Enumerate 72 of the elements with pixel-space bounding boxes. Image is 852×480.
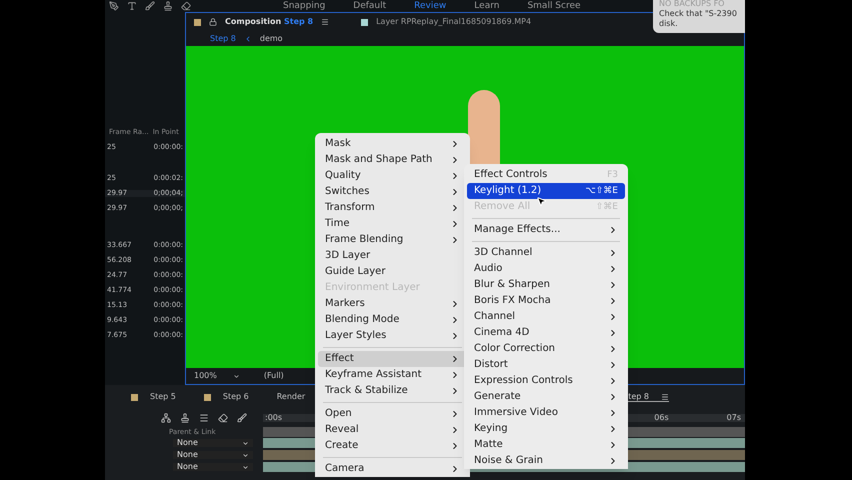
- menu-item[interactable]: 3D Layer: [318, 248, 467, 264]
- footage-swatch: [361, 18, 368, 26]
- parent-dropdown[interactable]: None: [173, 463, 253, 471]
- menu-item[interactable]: Expression Controls: [467, 373, 625, 389]
- menu-item[interactable]: 3D Channel: [467, 245, 625, 261]
- menu-item[interactable]: Generate: [467, 389, 625, 405]
- chevron-down-icon: [232, 372, 240, 380]
- menu-item[interactable]: Blending Mode: [318, 312, 467, 328]
- notification-title: NO BACKUPS FO: [659, 0, 726, 9]
- flowchart-icon[interactable]: [161, 413, 171, 423]
- layer-tab[interactable]: Layer RPReplay_Final1685091869.MP4: [376, 18, 532, 26]
- workspace-tab[interactable]: Learn: [474, 2, 500, 10]
- menu-item[interactable]: Immersive Video: [467, 405, 625, 421]
- menu-item[interactable]: Switches: [318, 184, 467, 200]
- menu-item[interactable]: Quality: [318, 168, 467, 184]
- menu-item[interactable]: Open: [318, 406, 467, 422]
- notification-message: disk.: [659, 19, 679, 29]
- menu-item[interactable]: Color Correction: [467, 341, 625, 357]
- eraser-icon[interactable]: [181, 1, 191, 11]
- menu-item[interactable]: Boris FX Mocha: [467, 293, 625, 309]
- menu-item[interactable]: Keylight (1.2) ⌥⇧⌘E: [467, 183, 625, 199]
- menu-item[interactable]: Markers: [318, 296, 467, 312]
- menu-item[interactable]: Guide Layer: [318, 264, 467, 280]
- menu-item[interactable]: Blur & Sharpen: [467, 277, 625, 293]
- menu-item[interactable]: Manage Effects...: [467, 222, 625, 238]
- zoom-dropdown[interactable]: 100%: [194, 372, 240, 380]
- menu-item[interactable]: Channel: [467, 309, 625, 325]
- menu-item[interactable]: Track & Stabilize: [318, 383, 467, 399]
- menu-item[interactable]: Noise & Grain: [467, 453, 625, 469]
- cursor-icon: [536, 196, 547, 207]
- parent-dropdown[interactable]: None: [173, 451, 253, 459]
- menu-item[interactable]: Reveal: [318, 422, 467, 438]
- menu-item[interactable]: Matte: [467, 437, 625, 453]
- menu-item[interactable]: Keyframe Assistant: [318, 367, 467, 383]
- layers-icon[interactable]: [199, 413, 209, 423]
- text-tool-icon[interactable]: [127, 1, 137, 11]
- brush-icon[interactable]: [145, 1, 155, 11]
- menu-item[interactable]: Layer Styles: [318, 328, 467, 344]
- menu-item[interactable]: Distort: [467, 357, 625, 373]
- timeline-tab[interactable]: Render: [276, 393, 306, 401]
- breadcrumb-link[interactable]: Step 8: [210, 34, 236, 42]
- menu-item[interactable]: Keying: [467, 421, 625, 437]
- menu-item[interactable]: Frame Blending: [318, 232, 467, 248]
- workspace-tab[interactable]: Default: [353, 2, 386, 10]
- menu-item[interactable]: Effect: [318, 351, 467, 367]
- stamp-icon[interactable]: [163, 1, 173, 11]
- workspace-tab[interactable]: Small Scree: [527, 2, 581, 10]
- menu-item[interactable]: Transform: [318, 200, 467, 216]
- workspace-tab[interactable]: Review: [414, 2, 446, 10]
- parent-dropdown[interactable]: None: [173, 439, 253, 447]
- ruler-label: 07s: [726, 414, 741, 422]
- pen-tool-icon[interactable]: [109, 1, 119, 11]
- workspace-tab[interactable]: Snapping: [283, 2, 326, 10]
- menu-item[interactable]: Camera: [318, 461, 467, 477]
- menu-item[interactable]: Audio: [467, 261, 625, 277]
- menu-item[interactable]: Cinema 4D: [467, 325, 625, 341]
- menu-item[interactable]: Time: [318, 216, 467, 232]
- label-color-swatch: [194, 18, 201, 26]
- timeline-tab[interactable]: Step 6: [204, 393, 249, 401]
- menu-item[interactable]: Mask: [318, 136, 467, 152]
- ruler-label: :00s: [265, 414, 282, 422]
- composition-tab[interactable]: Composition Step 8: [225, 18, 314, 26]
- timeline-tab[interactable]: Step 5: [131, 393, 176, 401]
- lock-icon[interactable]: [209, 18, 217, 26]
- menu-item[interactable]: Mask and Shape Path: [318, 152, 467, 168]
- breadcrumb-link[interactable]: demo: [260, 34, 283, 42]
- menu-icon[interactable]: [661, 392, 669, 400]
- menu-item[interactable]: Create: [318, 438, 467, 454]
- menu-icon[interactable]: [321, 18, 330, 26]
- notification-message: Check that "S-2390: [659, 9, 738, 19]
- ruler-label: 06s: [654, 414, 669, 422]
- shortcut-text: ⌥⇧⌘E: [585, 186, 618, 196]
